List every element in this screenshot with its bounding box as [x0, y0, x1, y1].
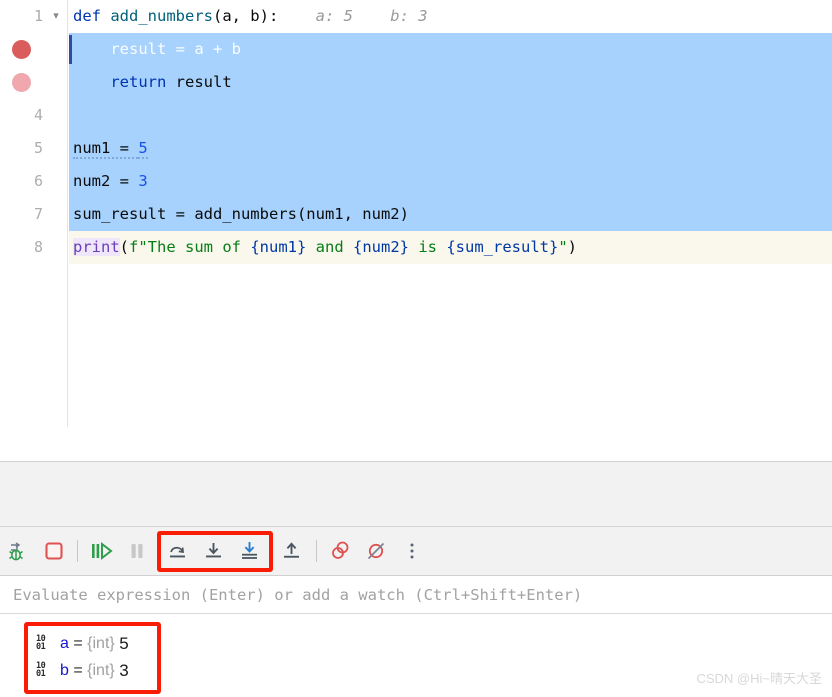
gutter-row[interactable]: 6	[0, 165, 67, 198]
separator-1	[77, 540, 78, 562]
variables-highlight-box: 10 01 a = {int} 5 10 01 b = {int} 3	[24, 622, 161, 694]
code-token: and	[306, 238, 354, 256]
code-token: def	[73, 7, 111, 25]
variable-type: {int}	[87, 661, 115, 679]
console-panel-empty	[0, 462, 832, 527]
line-number: 5	[33, 139, 43, 157]
gutter-row[interactable]	[0, 33, 67, 66]
inline-debug-hint: a: 5	[315, 7, 353, 25]
code-line[interactable]: result = a + b	[69, 33, 832, 66]
code-token: print	[73, 238, 120, 256]
separator-2	[316, 540, 317, 562]
code-token: (	[119, 238, 130, 256]
gutter-row[interactable]	[0, 66, 67, 99]
evaluate-expression-placeholder[interactable]: Evaluate expression (Enter) or add a wat…	[13, 586, 582, 604]
step-out-icon[interactable]	[275, 533, 311, 569]
variable-value: 5	[119, 633, 129, 653]
code-token: f"The sum of	[129, 238, 251, 256]
code-token: "	[558, 238, 568, 256]
frames-panel-empty	[0, 427, 832, 462]
variable-type: {int}	[87, 634, 115, 652]
code-content[interactable]: def add_numbers(a, b): a: 5 b: 3 result …	[69, 0, 832, 427]
code-line[interactable]: num1 = 5	[69, 132, 832, 165]
code-line[interactable]: num2 = 3	[69, 165, 832, 198]
code-line[interactable]: def add_numbers(a, b): a: 5 b: 3	[69, 0, 832, 33]
code-token: add_numbers	[110, 7, 213, 25]
inline-hint-spacer	[278, 7, 315, 25]
gutter-row[interactable]: 7	[0, 198, 67, 231]
primitive-type-icon: 10 01	[36, 661, 55, 680]
code-token: num1 =	[73, 139, 139, 159]
variable-value: 3	[119, 660, 129, 680]
rerun-debug-icon[interactable]	[0, 533, 36, 569]
code-token: is	[409, 238, 447, 256]
step-into-icon[interactable]	[197, 533, 233, 569]
variable-name: b	[60, 661, 69, 679]
code-token: sum_result = add_numbers(num1, num2)	[73, 205, 409, 223]
code-token: {num1}	[250, 238, 307, 256]
variable-name: a	[60, 634, 69, 652]
gutter-row[interactable]: 5	[0, 132, 67, 165]
code-token: (a, b):	[212, 7, 279, 25]
line-number: 7	[33, 205, 43, 223]
debug-toolbar[interactable]	[0, 527, 832, 576]
code-token: result = a + b	[73, 40, 241, 58]
variable-row[interactable]: 10 01 b = {int} 3	[36, 657, 129, 684]
variables-panel[interactable]: 10 01 a = {int} 5 10 01 b = {int} 3 CSDN @Hi~…	[0, 614, 832, 694]
variable-row[interactable]: 10 01 a = {int} 5	[36, 630, 129, 657]
code-token: {sum_result}	[446, 238, 559, 256]
watermark: CSDN @Hi~晴天大圣	[696, 671, 822, 686]
line-number: 8	[33, 238, 43, 256]
code-token: {num2}	[353, 238, 410, 256]
code-token: num2 =	[73, 172, 139, 190]
force-step-into-icon[interactable]	[233, 533, 269, 569]
primitive-type-icon: 10 01	[36, 634, 55, 653]
primitive-icon-bottom: 01	[36, 642, 46, 652]
inline-hint-spacer	[353, 7, 390, 25]
line-number: 6	[33, 172, 43, 190]
pause-program-icon[interactable]	[119, 533, 155, 569]
stop-icon[interactable]	[36, 533, 72, 569]
line-number: 4	[33, 106, 43, 124]
more-options-icon[interactable]	[394, 533, 430, 569]
view-breakpoints-icon[interactable]	[322, 533, 358, 569]
gutter-row[interactable]: 1 ▾	[0, 0, 67, 33]
gutter-row[interactable]: 8	[0, 231, 67, 264]
gutter-row[interactable]: 4	[0, 99, 67, 132]
code-line[interactable]	[69, 99, 832, 132]
mute-breakpoints-icon[interactable]	[358, 533, 394, 569]
chevron-down-icon[interactable]: ▾	[48, 0, 64, 33]
code-token: 3	[138, 172, 148, 190]
variable-equals: =	[68, 634, 88, 652]
evaluate-expression-bar[interactable]: Evaluate expression (Enter) or add a wat…	[0, 576, 832, 614]
code-token: 5	[138, 139, 148, 159]
code-token: result	[166, 73, 232, 91]
breakpoint-muted-icon[interactable]	[12, 73, 31, 92]
variable-equals: =	[68, 661, 88, 679]
code-token: )	[567, 238, 578, 256]
text-caret	[69, 35, 72, 64]
step-over-icon[interactable]	[161, 533, 197, 569]
code-line[interactable]: sum_result = add_numbers(num1, num2)	[69, 198, 832, 231]
inline-debug-hint: b: 3	[390, 7, 428, 25]
stepping-controls-highlight	[157, 530, 273, 572]
code-line[interactable]: return result	[69, 66, 832, 99]
code-token: return	[110, 73, 167, 91]
code-editor[interactable]: 1 ▾ 4 5 6 7 8 def add_numbers(a, b): a: …	[0, 0, 832, 427]
resume-program-icon[interactable]	[83, 533, 119, 569]
line-number: 1	[33, 7, 43, 25]
editor-gutter[interactable]: 1 ▾ 4 5 6 7 8	[0, 0, 68, 427]
code-line[interactable]: print(f"The sum of {num1} and {num2} is …	[69, 231, 832, 264]
primitive-icon-bottom: 01	[36, 669, 46, 679]
breakpoint-icon[interactable]	[12, 40, 31, 59]
